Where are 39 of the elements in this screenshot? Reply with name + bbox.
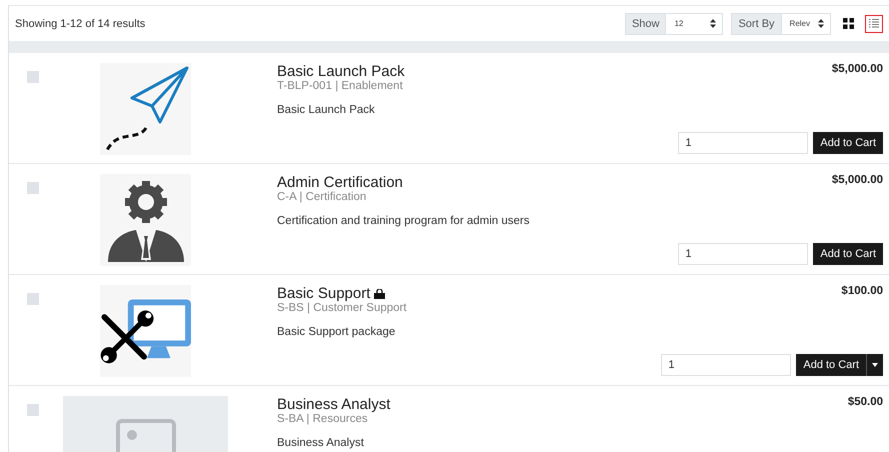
results-count: Showing 1-12 of 14 results <box>15 18 146 30</box>
product-description: Certification and training program for admin users <box>277 215 530 227</box>
image-placeholder-icon <box>116 419 176 452</box>
add-to-cart-button[interactable]: Add to Cart <box>813 132 883 154</box>
product-price: $5,000.00 <box>832 174 883 186</box>
product-checkbox[interactable] <box>27 293 39 305</box>
sort-label: Sort By <box>732 14 782 34</box>
quantity-input[interactable]: 1 <box>661 354 792 376</box>
list-icon <box>869 18 879 29</box>
product-price: $100.00 <box>841 285 883 297</box>
sort-arrows-icon <box>818 19 824 28</box>
sort-control[interactable]: Sort By Relev <box>731 12 831 34</box>
product-title[interactable]: Basic Launch Pack <box>277 63 678 80</box>
product-description: Business Analyst <box>277 437 365 449</box>
add-to-cart-button[interactable]: Add to Cart <box>813 243 883 265</box>
product-title[interactable]: Admin Certification <box>277 174 678 191</box>
view-toggle-button[interactable] <box>865 14 883 32</box>
quantity-input[interactable]: 1 <box>678 132 808 154</box>
product-meta: C-A | Certification <box>277 191 368 203</box>
grid-icon <box>842 18 854 29</box>
product-checkbox[interactable] <box>27 182 39 194</box>
product-price: $50.00 <box>848 396 883 408</box>
quantity-input[interactable]: 1 <box>678 243 808 265</box>
product-price: $5,000.00 <box>832 63 883 75</box>
product-title[interactable]: Business Analyst <box>277 396 848 413</box>
product-description: Basic Support package <box>277 326 396 338</box>
show-label: Show <box>626 14 666 34</box>
product-checkbox[interactable] <box>27 404 39 416</box>
add-to-cart-button[interactable]: Add to Cart <box>796 354 866 376</box>
product-checkbox[interactable] <box>27 71 39 83</box>
product-meta: S-BS | Customer Support <box>277 302 408 314</box>
product-description: Basic Launch Pack <box>277 104 376 116</box>
product-meta: S-BA | Resources <box>277 413 369 425</box>
product-meta: T-BLP-001 | Enablement <box>277 80 404 92</box>
dropdown-caret-button[interactable] <box>867 354 883 376</box>
caret-icon <box>872 363 878 367</box>
show-control[interactable]: Show 12 <box>624 12 724 34</box>
product-title[interactable]: Basic Support <box>277 285 662 302</box>
sort-arrows-icon <box>710 19 716 28</box>
